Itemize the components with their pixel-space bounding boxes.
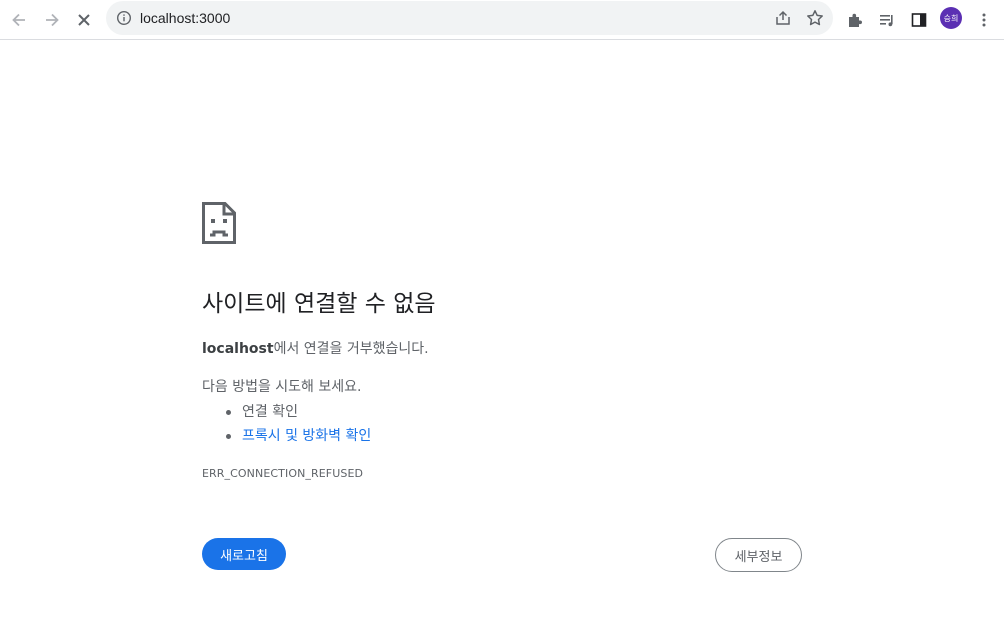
star-icon[interactable] xyxy=(805,8,825,28)
extensions-icon[interactable] xyxy=(841,6,869,34)
sad-document-icon xyxy=(202,202,236,244)
url-text[interactable]: localhost:3000 xyxy=(140,10,230,26)
error-description-text: 에서 연결을 거부했습니다. xyxy=(273,341,429,357)
reload-button[interactable]: 새로고침 xyxy=(202,538,286,570)
suggestions-list: 연결 확인 프록시 및 방화벽 확인 xyxy=(224,400,371,448)
reading-list-icon[interactable] xyxy=(873,6,901,34)
stop-icon[interactable] xyxy=(70,6,98,34)
details-button[interactable]: 세부정보 xyxy=(715,538,802,572)
suggestions-title: 다음 방법을 시도해 보세요. xyxy=(202,379,362,395)
error-title: 사이트에 연결할 수 없음 xyxy=(202,291,436,317)
error-code: ERR_CONNECTION_REFUSED xyxy=(202,467,364,480)
address-bar[interactable]: localhost:3000 xyxy=(106,1,833,35)
profile-avatar[interactable]: 승희 xyxy=(940,7,962,29)
suggestion-check-proxy-firewall-link[interactable]: 프록시 및 방화벽 확인 xyxy=(224,424,371,448)
suggestion-check-connection: 연결 확인 xyxy=(224,400,371,424)
info-icon[interactable] xyxy=(116,10,132,26)
back-arrow-icon[interactable] xyxy=(5,6,33,34)
menu-kebab-icon[interactable] xyxy=(970,6,998,34)
error-description: localhost에서 연결을 거부했습니다. xyxy=(202,339,429,359)
browser-toolbar: localhost:3000 승희 xyxy=(0,0,1004,40)
side-panel-icon[interactable] xyxy=(905,6,933,34)
share-icon[interactable] xyxy=(773,8,793,28)
error-host: localhost xyxy=(202,341,274,357)
forward-arrow-icon[interactable] xyxy=(38,6,66,34)
